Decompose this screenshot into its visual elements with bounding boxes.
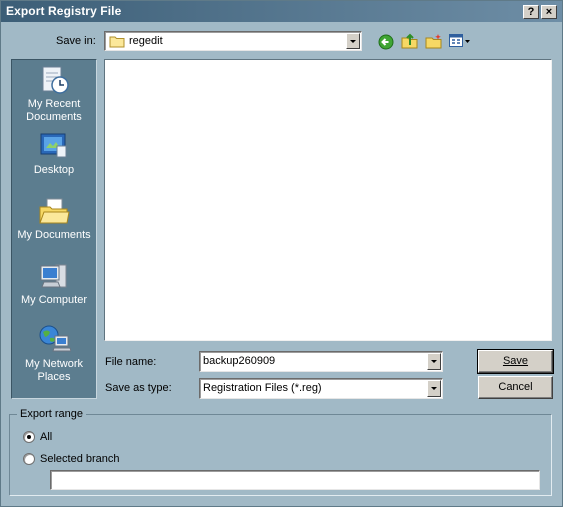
place-my-computer[interactable]: My Computer bbox=[12, 260, 96, 307]
place-network-places[interactable]: My Network Places bbox=[12, 324, 96, 384]
save-button[interactable]: Save bbox=[477, 349, 554, 374]
place-label: My Network Places bbox=[24, 358, 84, 383]
radio-selected-branch[interactable] bbox=[23, 453, 35, 465]
save-as-type-value: Registration Files (*.reg) bbox=[203, 382, 322, 394]
title-bar[interactable]: Export Registry File ? × bbox=[1, 1, 562, 22]
places-bar: My Recent Documents Desktop My Documents bbox=[11, 59, 97, 399]
place-my-documents[interactable]: My Documents bbox=[12, 195, 96, 242]
up-folder-icon[interactable] bbox=[401, 32, 419, 50]
file-name-label: File name: bbox=[105, 356, 157, 368]
save-as-type-label: Save as type: bbox=[105, 382, 172, 394]
help-button[interactable]: ? bbox=[523, 5, 539, 19]
chevron-down-icon[interactable] bbox=[346, 33, 360, 49]
file-name-input[interactable]: backup260909 bbox=[199, 351, 443, 372]
place-label: My Recent Documents bbox=[26, 98, 82, 123]
file-name-value: backup260909 bbox=[203, 355, 276, 367]
cancel-button[interactable]: Cancel bbox=[478, 376, 553, 399]
place-label: Desktop bbox=[33, 164, 75, 176]
save-in-dropdown[interactable]: regedit bbox=[104, 31, 362, 51]
radio-all-label[interactable]: All bbox=[40, 431, 52, 443]
recent-documents-icon bbox=[42, 66, 69, 94]
place-desktop[interactable]: Desktop bbox=[12, 130, 96, 177]
desktop-icon bbox=[40, 133, 67, 158]
radio-all[interactable] bbox=[23, 431, 35, 443]
place-label: My Computer bbox=[20, 294, 88, 306]
place-recent-documents[interactable]: My Recent Documents bbox=[12, 64, 96, 124]
cancel-button-label: Cancel bbox=[498, 381, 533, 393]
network-places-icon bbox=[39, 325, 71, 352]
export-range-title: Export range bbox=[17, 408, 86, 420]
new-folder-icon[interactable] bbox=[425, 33, 443, 49]
save-button-label: Save bbox=[502, 355, 529, 367]
file-list[interactable] bbox=[104, 59, 552, 341]
back-icon[interactable] bbox=[378, 34, 394, 50]
place-label: My Documents bbox=[17, 229, 91, 241]
views-menu-icon[interactable] bbox=[449, 34, 471, 48]
export-registry-dialog: Export Registry File ? × Save in: regedi… bbox=[0, 0, 563, 507]
dialog-title: Export Registry File bbox=[6, 4, 122, 18]
close-button[interactable]: × bbox=[541, 5, 557, 19]
save-as-type-dropdown[interactable]: Registration Files (*.reg) bbox=[199, 378, 443, 399]
close-icon: × bbox=[545, 6, 553, 18]
my-computer-icon bbox=[40, 264, 67, 288]
help-icon: ? bbox=[527, 6, 535, 18]
selected-branch-input[interactable] bbox=[50, 470, 540, 490]
save-in-value: regedit bbox=[129, 35, 163, 47]
chevron-down-icon[interactable] bbox=[427, 353, 441, 370]
my-documents-icon bbox=[39, 198, 70, 224]
radio-selected-branch-label[interactable]: Selected branch bbox=[40, 453, 120, 465]
save-in-label: Save in: bbox=[56, 35, 96, 47]
folder-icon bbox=[109, 36, 125, 48]
chevron-down-icon[interactable] bbox=[427, 380, 441, 397]
